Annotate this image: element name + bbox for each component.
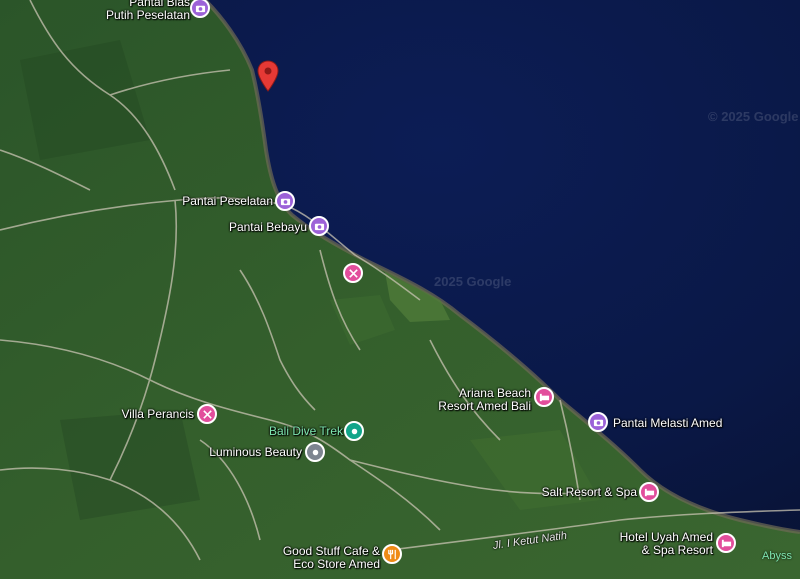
place-label-luminous-beauty[interactable]: Luminous Beauty bbox=[190, 446, 302, 459]
place-label-good-stuff-cafe[interactable]: Good Stuff Cafe & Eco Store Amed bbox=[260, 545, 380, 571]
field-patch bbox=[60, 410, 200, 520]
place-label-hotel-uyah[interactable]: Hotel Uyah Amed & Spa Resort bbox=[600, 531, 713, 557]
beauty-pin-icon[interactable] bbox=[305, 442, 325, 462]
place-label-pantai-peselatan[interactable]: Pantai Peselatan bbox=[150, 195, 273, 208]
place-label-pantai-bias[interactable]: Pantai Bias Putih Peselatan bbox=[90, 0, 190, 22]
place-label-pantai-melasti[interactable]: Pantai Melasti Amed bbox=[613, 417, 722, 430]
hotel-pin-icon[interactable] bbox=[534, 387, 554, 407]
hotel-pin-icon[interactable] bbox=[716, 533, 736, 553]
satellite-imagery bbox=[0, 0, 800, 579]
beach-pin-icon[interactable] bbox=[588, 412, 608, 432]
place-label-pantai-bebayu[interactable]: Pantai Bebayu bbox=[200, 221, 307, 234]
activity-pin-icon[interactable] bbox=[343, 263, 363, 283]
beach-pin-icon[interactable] bbox=[275, 191, 295, 211]
dropped-pin-icon[interactable] bbox=[257, 60, 279, 92]
place-label-villa-perancis[interactable]: Villa Perancis bbox=[100, 408, 194, 421]
dive-pin-icon[interactable] bbox=[344, 421, 364, 441]
restaurant-pin-icon[interactable] bbox=[382, 544, 402, 564]
beach-pin-icon[interactable] bbox=[309, 216, 329, 236]
place-label-salt-resort[interactable]: Salt Resort & Spa bbox=[520, 486, 637, 499]
watermark: © 2025 Google bbox=[708, 109, 799, 124]
watermark: 2025 Google bbox=[434, 274, 512, 289]
place-label-ariana-beach[interactable]: Ariana Beach Resort Amed Bali bbox=[420, 387, 531, 413]
map-canvas[interactable]: © 2025 Google 2025 Google Pantai Bias Pu… bbox=[0, 0, 800, 579]
activity-pin-icon[interactable] bbox=[197, 404, 217, 424]
hotel-pin-icon[interactable] bbox=[639, 482, 659, 502]
place-label-abyss[interactable]: Abyss bbox=[762, 550, 792, 562]
place-label-bali-dive-trek[interactable]: Bali Dive Trek bbox=[250, 425, 343, 438]
